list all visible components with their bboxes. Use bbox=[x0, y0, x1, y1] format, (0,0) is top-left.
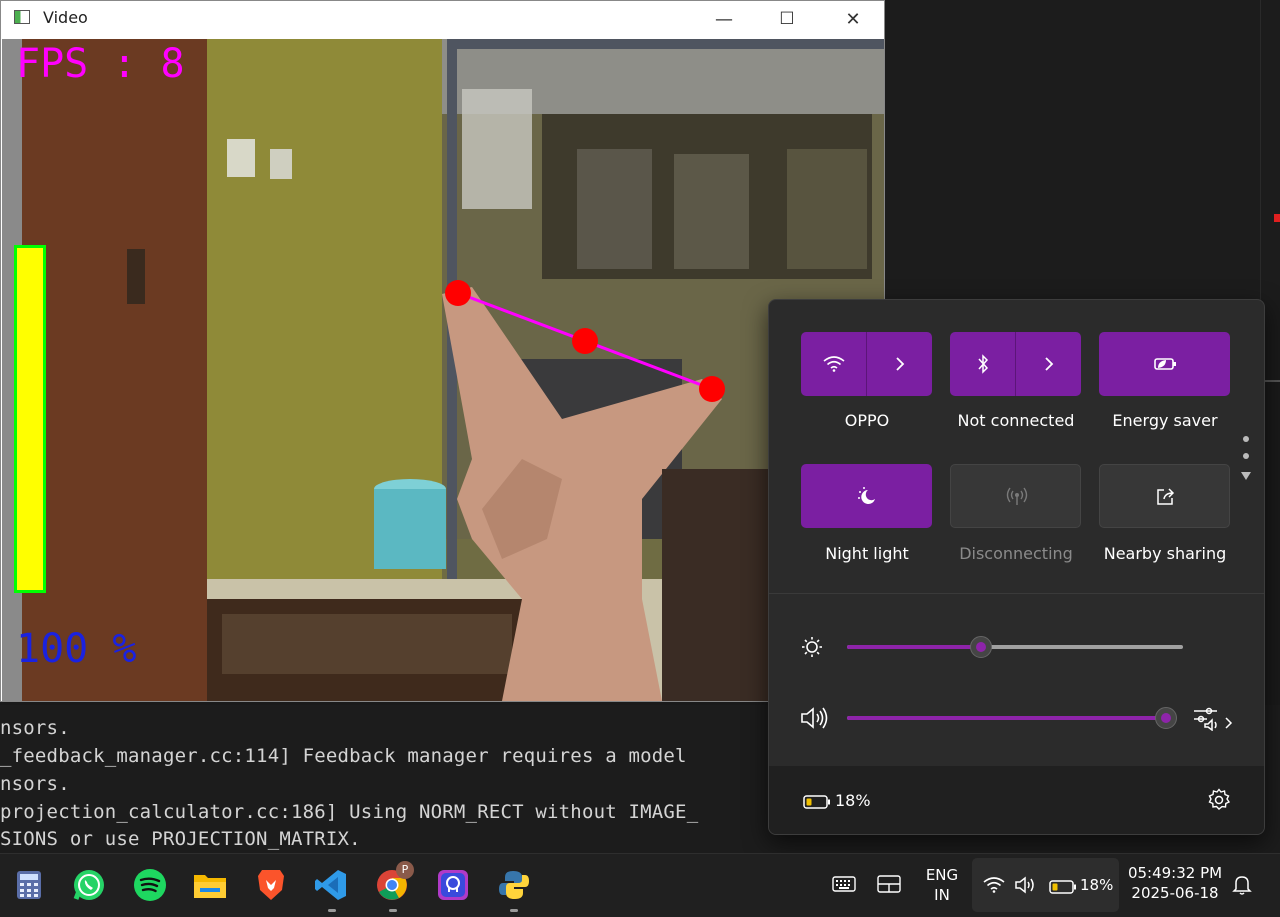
energy-saver-icon bbox=[1099, 332, 1230, 396]
settings-gear-icon[interactable] bbox=[1207, 788, 1231, 816]
volume-slider-thumb[interactable] bbox=[1155, 707, 1177, 729]
running-indicator bbox=[389, 909, 397, 912]
brightness-icon bbox=[801, 636, 823, 662]
night-light-icon bbox=[801, 464, 932, 528]
wifi-icon[interactable] bbox=[801, 332, 866, 396]
notification-bell-icon[interactable] bbox=[1232, 874, 1252, 900]
wifi-tile[interactable] bbox=[801, 332, 932, 396]
mobile-hotspot-icon bbox=[951, 465, 1082, 527]
bluetooth-tile[interactable] bbox=[950, 332, 1081, 396]
background-editor bbox=[885, 0, 1280, 916]
webcam-frame: FPS : 8 100 % bbox=[2, 39, 884, 701]
speaker-icon bbox=[800, 707, 828, 733]
index-tip-marker bbox=[699, 376, 725, 402]
editor-line bbox=[1263, 380, 1280, 388]
volume-bar-fill bbox=[17, 248, 43, 590]
language-code: ENG bbox=[925, 866, 959, 884]
night-light-tile[interactable] bbox=[801, 464, 932, 528]
mobile-hotspot-tile[interactable] bbox=[950, 464, 1081, 528]
page-dot[interactable] bbox=[1243, 436, 1249, 442]
scrollbar-marker bbox=[1274, 214, 1280, 222]
taskbar: P ENG IN 18% 05:49:32 PM 2025-06-18 bbox=[0, 853, 1280, 917]
clock-time: 05:49:32 PM bbox=[1127, 864, 1223, 882]
region-code: IN bbox=[934, 886, 950, 904]
nearby-sharing-tile[interactable] bbox=[1099, 464, 1230, 528]
energy-saver-label: Energy saver bbox=[1112, 411, 1218, 430]
title-bar[interactable]: Video — ☐ ✕ bbox=[1, 1, 884, 37]
share-icon bbox=[1100, 465, 1231, 527]
section-divider bbox=[769, 593, 1264, 594]
snap-layout-icon[interactable] bbox=[877, 875, 901, 897]
quick-settings-footer: 18% bbox=[769, 766, 1264, 834]
night-light-label: Night light bbox=[825, 544, 909, 563]
thumb-tip-marker bbox=[445, 280, 471, 306]
vscode-icon[interactable] bbox=[313, 867, 349, 903]
bluetooth-label: Not connected bbox=[957, 411, 1075, 430]
terminal-line: SIONS or use PROJECTION_MATRIX. bbox=[0, 828, 361, 850]
app-icon bbox=[14, 10, 30, 24]
whatsapp-icon[interactable] bbox=[71, 867, 107, 903]
volume-icon bbox=[1014, 876, 1038, 898]
system-tray-group[interactable]: 18% bbox=[972, 858, 1119, 912]
quick-settings-panel[interactable]: OPPO Not connected Energy saver Night li… bbox=[768, 299, 1265, 835]
minimize-button[interactable]: — bbox=[694, 1, 754, 37]
battery-percent: 18% bbox=[1080, 876, 1114, 894]
maximize-button[interactable]: ☐ bbox=[757, 1, 817, 37]
clock[interactable]: 05:49:32 PM 2025-06-18 bbox=[1124, 863, 1226, 903]
chevron-right-icon[interactable] bbox=[867, 332, 932, 396]
mobile-hotspot-label: Disconnecting bbox=[959, 544, 1073, 563]
close-button[interactable]: ✕ bbox=[823, 1, 883, 37]
terminal-line: nsors. bbox=[0, 717, 70, 739]
terminal-line: nsors. bbox=[0, 773, 70, 795]
volume-percent-text: 100 % bbox=[16, 626, 136, 672]
python-icon[interactable] bbox=[496, 867, 532, 903]
profile-badge: P bbox=[396, 861, 414, 879]
file-explorer-icon[interactable] bbox=[192, 867, 228, 903]
page-dot[interactable] bbox=[1243, 453, 1249, 459]
bluetooth-icon[interactable] bbox=[950, 332, 1015, 396]
wifi-icon bbox=[983, 877, 1005, 897]
energy-saver-tile[interactable] bbox=[1099, 332, 1230, 396]
running-indicator bbox=[328, 909, 336, 912]
nearby-sharing-label: Nearby sharing bbox=[1103, 544, 1227, 563]
window-title: Video bbox=[43, 8, 88, 27]
language-indicator[interactable]: ENG IN bbox=[920, 865, 964, 905]
terminal-line: projection_calculator.cc:186] Using NORM… bbox=[0, 801, 699, 823]
fps-text: FPS : 8 bbox=[16, 41, 185, 87]
calculator-icon[interactable] bbox=[11, 867, 47, 903]
terminal-line: _feedback_manager.cc:114] Feedback manag… bbox=[0, 745, 687, 767]
running-indicator bbox=[510, 909, 518, 912]
brightness-slider-fill bbox=[847, 645, 981, 649]
copilot-icon[interactable] bbox=[435, 867, 471, 903]
wifi-label: OPPO bbox=[844, 411, 890, 430]
battery-icon bbox=[1049, 879, 1077, 898]
chrome-icon[interactable]: P bbox=[374, 861, 414, 903]
chevron-right-icon[interactable] bbox=[1016, 332, 1081, 396]
brightness-slider-thumb[interactable] bbox=[970, 636, 992, 658]
page-down-icon[interactable] bbox=[1241, 472, 1251, 480]
battery-icon bbox=[803, 794, 831, 813]
midpoint-marker bbox=[572, 328, 598, 354]
battery-percent: 18% bbox=[835, 791, 871, 810]
clock-date: 2025-06-18 bbox=[1131, 884, 1219, 902]
keyboard-icon[interactable] bbox=[832, 876, 856, 896]
spotify-icon[interactable] bbox=[132, 867, 168, 903]
video-window[interactable]: Video — ☐ ✕ FPS: 8 100 % bbox=[0, 0, 885, 702]
volume-slider-fill bbox=[847, 716, 1166, 720]
volume-mixer-icon[interactable] bbox=[1193, 707, 1237, 735]
webcam-scene: FPS : 8 100 % bbox=[2, 39, 884, 701]
brave-icon[interactable] bbox=[253, 867, 289, 903]
